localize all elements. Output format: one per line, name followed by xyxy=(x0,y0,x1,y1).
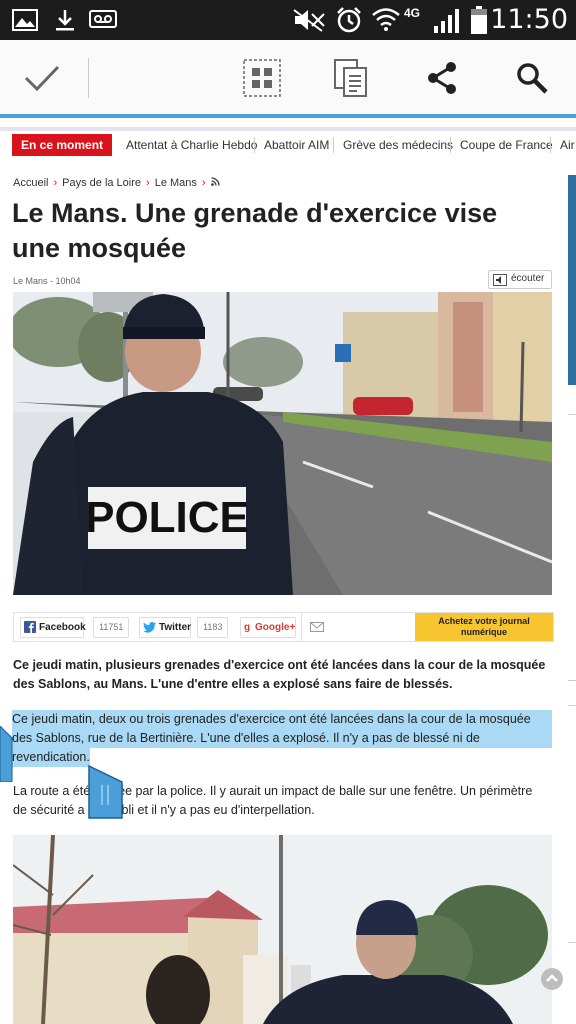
done-button[interactable] xyxy=(18,54,66,102)
action-bar xyxy=(0,40,576,118)
selection-end-handle[interactable] xyxy=(88,765,124,819)
google-plus-share-button[interactable]: g Google+ xyxy=(240,617,296,638)
check-icon xyxy=(24,65,60,92)
breadcrumb-item[interactable]: Pays de la Loire xyxy=(62,177,141,189)
breadcrumb: Accueil › Pays de la Loire › Le Mans › xyxy=(13,177,220,189)
listen-label: écouter xyxy=(511,273,545,284)
signal-icon xyxy=(434,9,459,33)
trending-item[interactable]: Grève des médecins xyxy=(343,134,453,156)
gallery-icon xyxy=(12,9,38,31)
network-type-label: 4G xyxy=(404,6,421,20)
share-button[interactable] xyxy=(418,54,466,102)
breadcrumb-arrow-icon: › xyxy=(146,177,150,189)
twitter-icon xyxy=(143,622,156,633)
side-divider xyxy=(568,414,576,415)
voicemail-icon xyxy=(89,10,117,28)
breadcrumb-item[interactable]: Accueil xyxy=(13,177,48,189)
trending-divider xyxy=(254,137,255,153)
police-badge-text: POLICE xyxy=(85,493,249,542)
speaker-icon xyxy=(493,274,507,286)
buy-digital-journal-button[interactable]: Achetez votre journal numérique xyxy=(415,613,553,641)
selected-paragraph[interactable]: Ce jeudi matin, deux ou trois grenades d… xyxy=(12,710,552,767)
selected-line: des Sablons, rue de la Bertinière. L'une… xyxy=(12,731,480,745)
twitter-label: Twitter xyxy=(159,622,192,633)
breadcrumb-arrow-icon: › xyxy=(201,177,206,189)
article-meta: Le Mans - 10h04 xyxy=(13,276,81,286)
wifi-icon xyxy=(372,8,400,31)
share-icon xyxy=(428,62,456,94)
trending-divider xyxy=(333,137,334,153)
paragraph-text: ée par la police. Il y aurait un impact … xyxy=(118,784,533,798)
chevron-up-icon xyxy=(546,974,558,982)
article-photo-crowd xyxy=(13,835,552,1024)
paragraph-text: de sécurité a xyxy=(13,803,85,817)
clock: 11:50 xyxy=(490,4,568,35)
google-plus-icon: g xyxy=(244,622,251,633)
copy-button[interactable] xyxy=(328,54,376,102)
status-bar: 4G 11:50 xyxy=(0,0,576,40)
side-panel-image xyxy=(568,175,576,385)
web-page[interactable]: En ce moment Attentat à Charlie Hebdo Ab… xyxy=(0,120,576,1024)
listen-button[interactable]: écouter xyxy=(488,270,552,289)
paragraph-text: abli et il n'y a pas eu d'interpellation… xyxy=(114,803,315,817)
facebook-icon xyxy=(24,621,36,633)
search-button[interactable] xyxy=(508,54,556,102)
article-photo-police: POLICE xyxy=(13,292,552,595)
copy-icon xyxy=(334,59,367,97)
twitter-share-button[interactable]: Twitter 1183 xyxy=(139,617,229,638)
side-divider xyxy=(568,680,576,681)
facebook-share-button[interactable]: Facebook 11751 xyxy=(20,617,130,638)
trending-divider xyxy=(550,137,551,153)
email-icon[interactable] xyxy=(310,622,324,632)
trending-bar: En ce moment Attentat à Charlie Hebdo Ab… xyxy=(12,134,576,156)
grid-icon xyxy=(243,59,281,97)
trending-divider xyxy=(450,137,451,153)
buy-line-2: numérique xyxy=(460,627,507,637)
buy-line-1: Achetez votre journal xyxy=(438,616,530,626)
breadcrumb-arrow-icon: › xyxy=(53,177,58,189)
header-divider xyxy=(0,127,576,131)
action-bar-divider xyxy=(88,58,89,98)
trending-item[interactable]: Abattoir AIM xyxy=(264,134,329,156)
trending-item[interactable]: Attentat à Charlie Hebdo xyxy=(126,134,257,156)
paragraph-text: La route a été xyxy=(13,784,91,798)
scroll-to-top-button[interactable] xyxy=(541,968,563,990)
article-title: Le Mans. Une grenade d'exercice vise une… xyxy=(12,198,498,263)
side-divider xyxy=(568,705,576,706)
select-all-button[interactable] xyxy=(238,54,286,102)
download-icon xyxy=(56,10,74,31)
search-icon xyxy=(517,63,548,94)
article-lead: Ce jeudi matin, plusieurs grenades d'exe… xyxy=(13,658,546,691)
rss-icon[interactable] xyxy=(210,177,220,186)
google-plus-label: Google+ xyxy=(255,622,296,633)
trending-item[interactable]: Coupe de France xyxy=(460,134,553,156)
selected-line: Ce jeudi matin, deux ou trois grenades d… xyxy=(12,712,531,726)
battery-icon xyxy=(471,6,487,34)
selection-start-handle[interactable] xyxy=(0,726,14,782)
breadcrumb-item[interactable]: Le Mans xyxy=(155,177,197,189)
trending-item[interactable]: Air xyxy=(560,134,575,156)
trending-label: En ce moment xyxy=(12,134,113,156)
facebook-label: Facebook xyxy=(39,622,86,633)
alarm-icon xyxy=(337,7,361,33)
twitter-count: 1183 xyxy=(197,617,229,638)
side-divider xyxy=(568,942,576,943)
share-bar: Facebook 11751 Twitter 1183 g Google+ Ac… xyxy=(13,612,554,642)
share-divider xyxy=(301,613,302,641)
facebook-count: 11751 xyxy=(93,617,130,638)
action-bar-accent-line xyxy=(0,114,576,118)
mute-icon xyxy=(293,9,325,32)
